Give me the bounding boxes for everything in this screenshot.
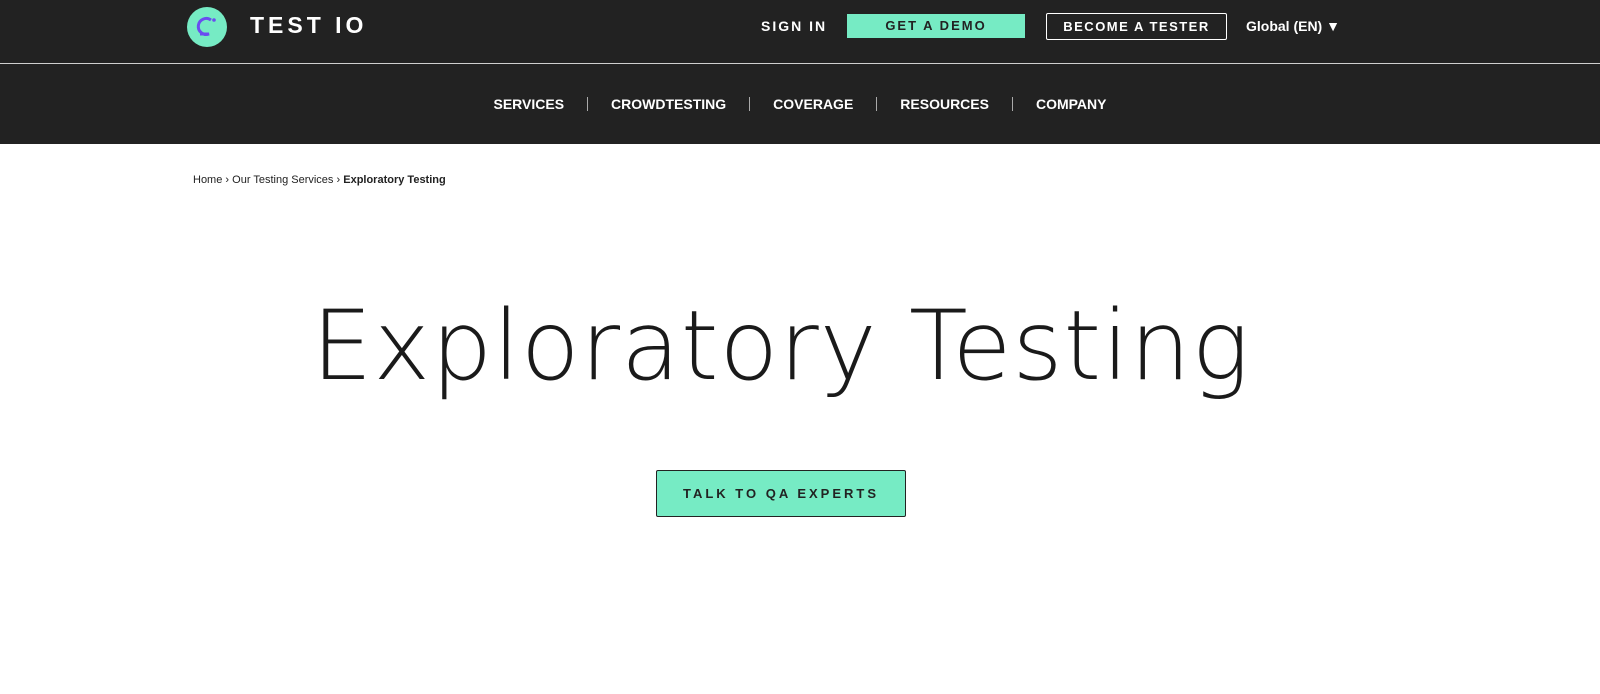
breadcrumb-separator: › <box>225 174 230 186</box>
brand-name[interactable]: TEST IO <box>250 12 367 39</box>
logo-icon[interactable] <box>187 7 227 47</box>
nav-resources[interactable]: RESOURCES <box>876 97 1012 111</box>
nav-services[interactable]: SERVICES <box>471 97 588 111</box>
main-nav: SERVICES CROWDTESTING COVERAGE RESOURCES… <box>0 64 1600 144</box>
get-demo-button[interactable]: GET A DEMO <box>847 14 1025 38</box>
top-bar: TEST IO SIGN IN GET A DEMO BECOME A TEST… <box>0 0 1600 64</box>
become-tester-button[interactable]: BECOME A TESTER <box>1046 13 1227 40</box>
breadcrumb-separator: › <box>336 174 341 186</box>
nav-crowdtesting[interactable]: CROWDTESTING <box>587 97 749 111</box>
language-selector[interactable]: Global (EN) ▼ <box>1246 18 1340 34</box>
breadcrumb-home[interactable]: Home <box>193 174 222 186</box>
talk-to-experts-button[interactable]: TALK TO QA EXPERTS <box>656 470 906 517</box>
language-label: Global (EN) <box>1246 18 1323 34</box>
nav-company[interactable]: COMPANY <box>1011 97 1130 111</box>
sign-in-link[interactable]: SIGN IN <box>761 18 827 34</box>
nav-coverage[interactable]: COVERAGE <box>749 97 876 111</box>
page-title: Exploratory Testing <box>311 290 1251 402</box>
caret-down-icon: ▼ <box>1326 18 1340 34</box>
breadcrumb-services[interactable]: Our Testing Services <box>232 174 333 186</box>
breadcrumb: Home › Our Testing Services › Explorator… <box>193 174 446 186</box>
breadcrumb-current: Exploratory Testing <box>343 174 446 186</box>
